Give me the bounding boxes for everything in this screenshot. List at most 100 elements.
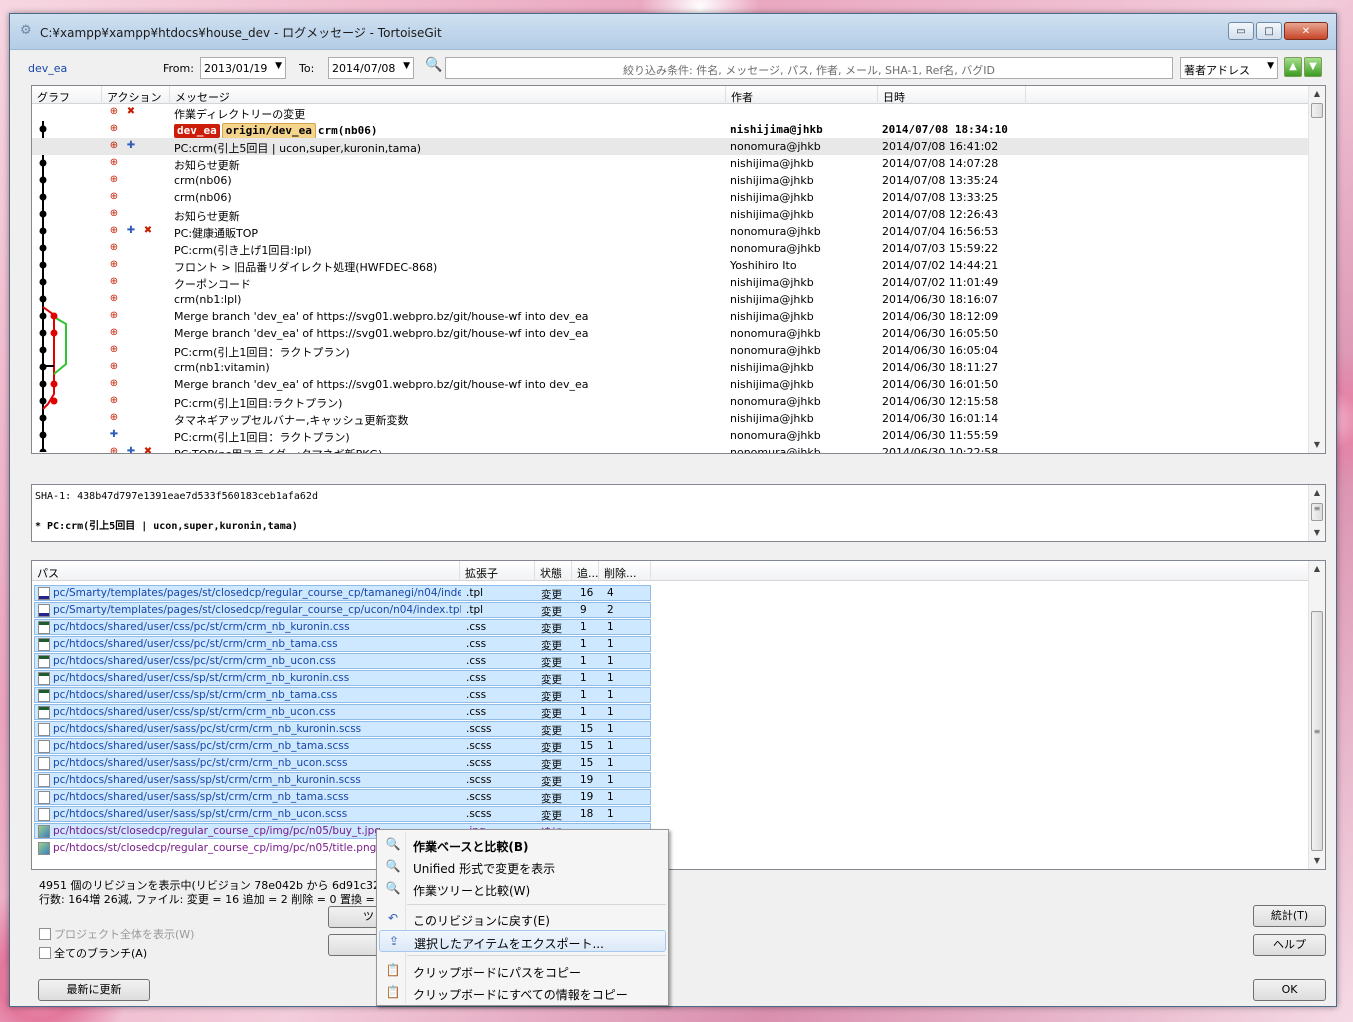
context-menu-item[interactable]: ⇪ 選択したアイテムをエクスポート... — [379, 930, 666, 952]
file-row[interactable]: pc/htdocs/shared/user/css/pc/st/crm/crm_… — [34, 619, 651, 635]
minimize-button[interactable]: ▭ — [1228, 22, 1254, 40]
file-icon — [38, 638, 50, 651]
col-author[interactable]: 作者 — [726, 86, 878, 104]
remote-branch-tag[interactable]: origin/dev_ea — [221, 123, 316, 139]
file-row[interactable]: pc/htdocs/shared/user/css/sp/st/crm/crm_… — [34, 670, 651, 686]
file-status: 変更 — [541, 793, 562, 805]
col-actions[interactable]: アクション — [102, 86, 170, 104]
log-row[interactable]: ⊕ クーポンコード nishijima@jhkb 2014/07/02 11:01:4… — [32, 274, 1308, 291]
file-row[interactable]: pc/Smarty/templates/pages/st/closedcp/re… — [34, 602, 651, 618]
file-lines-deleted: 1 — [607, 706, 614, 718]
file-icon — [38, 672, 50, 685]
context-menu-item[interactable]: ↶ このリビジョンに戻す(E) — [379, 908, 666, 930]
context-menu-item[interactable]: 📋 クリップボードにすべての情報をコピー — [379, 982, 666, 1004]
checkbox-box[interactable] — [39, 928, 51, 940]
branch-tag[interactable]: dev_ea — [174, 124, 220, 138]
commit-message-panel[interactable]: SHA-1: 438b47d797e1391eae7d533f560183ceb… — [31, 484, 1326, 542]
file-row[interactable]: pc/htdocs/shared/user/sass/pc/st/crm/crm… — [34, 755, 651, 771]
col-path[interactable]: パス — [32, 561, 460, 581]
col-deleted[interactable]: 削除... — [599, 561, 651, 581]
file-row[interactable]: pc/htdocs/shared/user/css/pc/st/crm/crm_… — [34, 636, 651, 652]
col-extension[interactable]: 拡張子 — [460, 561, 535, 581]
log-row[interactable]: ⊕ Merge branch 'dev_ea' of https://svg01.… — [32, 376, 1308, 393]
context-menu-item[interactable]: 🔍 作業ベースと比較(B) — [379, 834, 666, 856]
log-row[interactable]: ⊕ PC:crm(引上1回目：ラクトプラン) nonomura@jhkb 2014/0… — [32, 342, 1308, 359]
log-list[interactable]: グラフ アクション メッセージ 作者 日時 ⊕ ✖ 作業ディレクトリーの変更 ⊕ dev… — [31, 85, 1326, 454]
context-menu-item[interactable]: 🔍 Unified 形式で変更を表示 — [379, 856, 666, 878]
scroll-up-icon[interactable]: ▲ — [1309, 485, 1325, 501]
branch-link[interactable]: dev_ea — [28, 62, 67, 75]
close-button[interactable]: ✕ — [1284, 22, 1328, 40]
scroll-thumb[interactable]: ≡ — [1311, 611, 1323, 851]
to-date-picker[interactable]: 2014/07/08 ▼ — [328, 57, 414, 79]
log-date: 2014/07/04 16:56:53 — [882, 225, 999, 238]
log-row[interactable]: ⊕ Merge branch 'dev_ea' of https://svg01.… — [32, 325, 1308, 342]
file-icon — [38, 825, 50, 838]
file-icon — [38, 689, 50, 702]
show-whole-project-checkbox[interactable]: プロジェクト全体を表示(W) — [39, 926, 194, 942]
all-branches-checkbox[interactable]: 全てのブランチ(A) — [39, 945, 147, 961]
filter-search-input[interactable]: 絞り込み条件: 件名, メッセージ, パス, 作者, メール, SHA-1, R… — [445, 57, 1173, 79]
files-scrollbar[interactable]: ▲ ≡ ▼ — [1308, 561, 1325, 869]
message-scrollbar[interactable]: ▲ ≡ ▼ — [1308, 485, 1325, 541]
log-row[interactable]: ⊕ crm(nb06) nishijima@jhkb 2014/07/08 13:33… — [32, 189, 1308, 206]
log-date: 2014/06/30 12:15:58 — [882, 395, 999, 408]
log-row[interactable]: ⊕ ✖ 作業ディレクトリーの変更 — [32, 104, 1308, 121]
scroll-thumb[interactable] — [1311, 103, 1323, 118]
scroll-thumb[interactable]: ≡ — [1311, 503, 1323, 521]
scroll-up-icon[interactable]: ▲ — [1309, 561, 1325, 577]
file-row[interactable]: pc/htdocs/shared/user/css/sp/st/crm/crm_… — [34, 704, 651, 720]
arrow-up-icon[interactable]: ▲ — [1284, 57, 1302, 77]
changed-files-list[interactable]: パス 拡張子 状態 追... 削除... pc/Smarty/templates… — [31, 560, 1326, 870]
refresh-button[interactable]: 最新に更新 — [38, 979, 150, 1001]
maximize-button[interactable]: □ — [1256, 22, 1282, 40]
col-date[interactable]: 日時 — [878, 86, 1026, 104]
title-bar[interactable]: ⚙ C:¥xampp¥xampp¥htdocs¥house_dev - ログメッ… — [10, 14, 1336, 50]
help-button[interactable]: ヘルプ — [1253, 934, 1326, 956]
log-scrollbar[interactable]: ▲ ▼ — [1308, 86, 1325, 453]
log-row[interactable]: ⊕ crm(nb06) nishijima@jhkb 2014/07/08 13:35… — [32, 172, 1308, 189]
from-date-picker[interactable]: 2013/01/19 ▼ — [200, 57, 286, 79]
log-row[interactable]: ⊕ dev_ea origin/dev_ea crm(nb06) nishijima@j… — [32, 121, 1308, 139]
file-row[interactable]: pc/htdocs/shared/user/sass/pc/st/crm/crm… — [34, 738, 651, 754]
statistics-button[interactable]: 統計(T) — [1253, 905, 1326, 927]
context-menu-item[interactable]: 📋 クリップボードにパスをコピー — [379, 960, 666, 982]
scroll-down-icon[interactable]: ▼ — [1309, 853, 1325, 869]
log-row[interactable]: ⊕ ✚ ✖ PC:健康通販TOP nonomura@jhkb 2014/07/04 16:… — [32, 223, 1308, 240]
context-menu-item[interactable]: 🔍 作業ツリーと比較(W) — [379, 878, 666, 900]
log-row[interactable]: ⊕ crm(nb1:vitamin) nishijima@jhkb 2014/06/3… — [32, 359, 1308, 376]
col-added[interactable]: 追... — [572, 561, 599, 581]
file-extension: .scss — [466, 774, 492, 786]
scroll-down-icon[interactable]: ▼ — [1309, 437, 1325, 453]
file-row[interactable]: pc/htdocs/shared/user/css/pc/st/crm/crm_… — [34, 653, 651, 669]
search-icon[interactable]: 🔍 — [425, 57, 445, 77]
scroll-up-icon[interactable]: ▲ — [1309, 86, 1325, 102]
log-row[interactable]: ⊕ フロント > 旧品番リダイレクト処理(HWFDEC-868) Yoshihiro… — [32, 257, 1308, 274]
file-row[interactable]: pc/Smarty/templates/pages/st/closedcp/re… — [34, 585, 651, 601]
file-row[interactable]: pc/htdocs/shared/user/sass/sp/st/crm/crm… — [34, 789, 651, 805]
ok-button[interactable]: OK — [1253, 979, 1326, 1001]
log-row[interactable]: ⊕ Merge branch 'dev_ea' of https://svg01.… — [32, 308, 1308, 325]
menu-separator — [407, 955, 666, 956]
file-row[interactable]: pc/htdocs/shared/user/sass/pc/st/crm/crm… — [34, 721, 651, 737]
log-row[interactable]: ⊕ PC:crm(引上1回目:ラクトプラン) nonomura@jhkb 2014/0… — [32, 393, 1308, 410]
log-row[interactable]: ⊕ ✚ PC:crm(引上5回目 | ucon,super,kuronin,tama… — [32, 138, 1308, 155]
col-message[interactable]: メッセージ — [170, 86, 726, 104]
log-row[interactable]: ⊕ PC:crm(引き上げ1回目:lpl) nonomura@jhkb 2014/07… — [32, 240, 1308, 257]
checkbox-box[interactable] — [39, 947, 51, 959]
col-status[interactable]: 状態 — [535, 561, 572, 581]
file-row[interactable]: pc/htdocs/shared/user/css/sp/st/crm/crm_… — [34, 687, 651, 703]
file-row[interactable]: pc/htdocs/shared/user/sass/sp/st/crm/crm… — [34, 772, 651, 788]
scroll-down-icon[interactable]: ▼ — [1309, 525, 1325, 541]
col-graph[interactable]: グラフ — [32, 86, 102, 104]
log-row[interactable]: ⊕ crm(nb1:lpl) nishijima@jhkb 2014/06/30 18… — [32, 291, 1308, 308]
filter-field-select[interactable]: 著者アドレス ▼ — [1180, 57, 1278, 79]
file-row[interactable]: pc/htdocs/shared/user/sass/sp/st/crm/crm… — [34, 806, 651, 822]
log-date: 2014/07/02 11:01:49 — [882, 276, 999, 289]
log-row[interactable]: ⊕ お知らせ更新 nishijima@jhkb 2014/07/08 12:26:43 — [32, 206, 1308, 223]
log-row[interactable]: ✚ PC:crm(引上1回目：ラクトプラン) nonomura@jhkb 2014/0… — [32, 427, 1308, 444]
log-row[interactable]: ⊕ タマネギアップセルバナー,キャッシュ更新変数 nishijima@jhkb 201… — [32, 410, 1308, 427]
log-row[interactable]: ⊕ ✚ ✖ PC:TOP(pc用スライダー:タマネギ新PKG) nonomura@jhk… — [32, 444, 1308, 453]
log-row[interactable]: ⊕ お知らせ更新 nishijima@jhkb 2014/07/08 14:07:28 — [32, 155, 1308, 172]
arrow-down-icon[interactable]: ▼ — [1304, 57, 1322, 77]
